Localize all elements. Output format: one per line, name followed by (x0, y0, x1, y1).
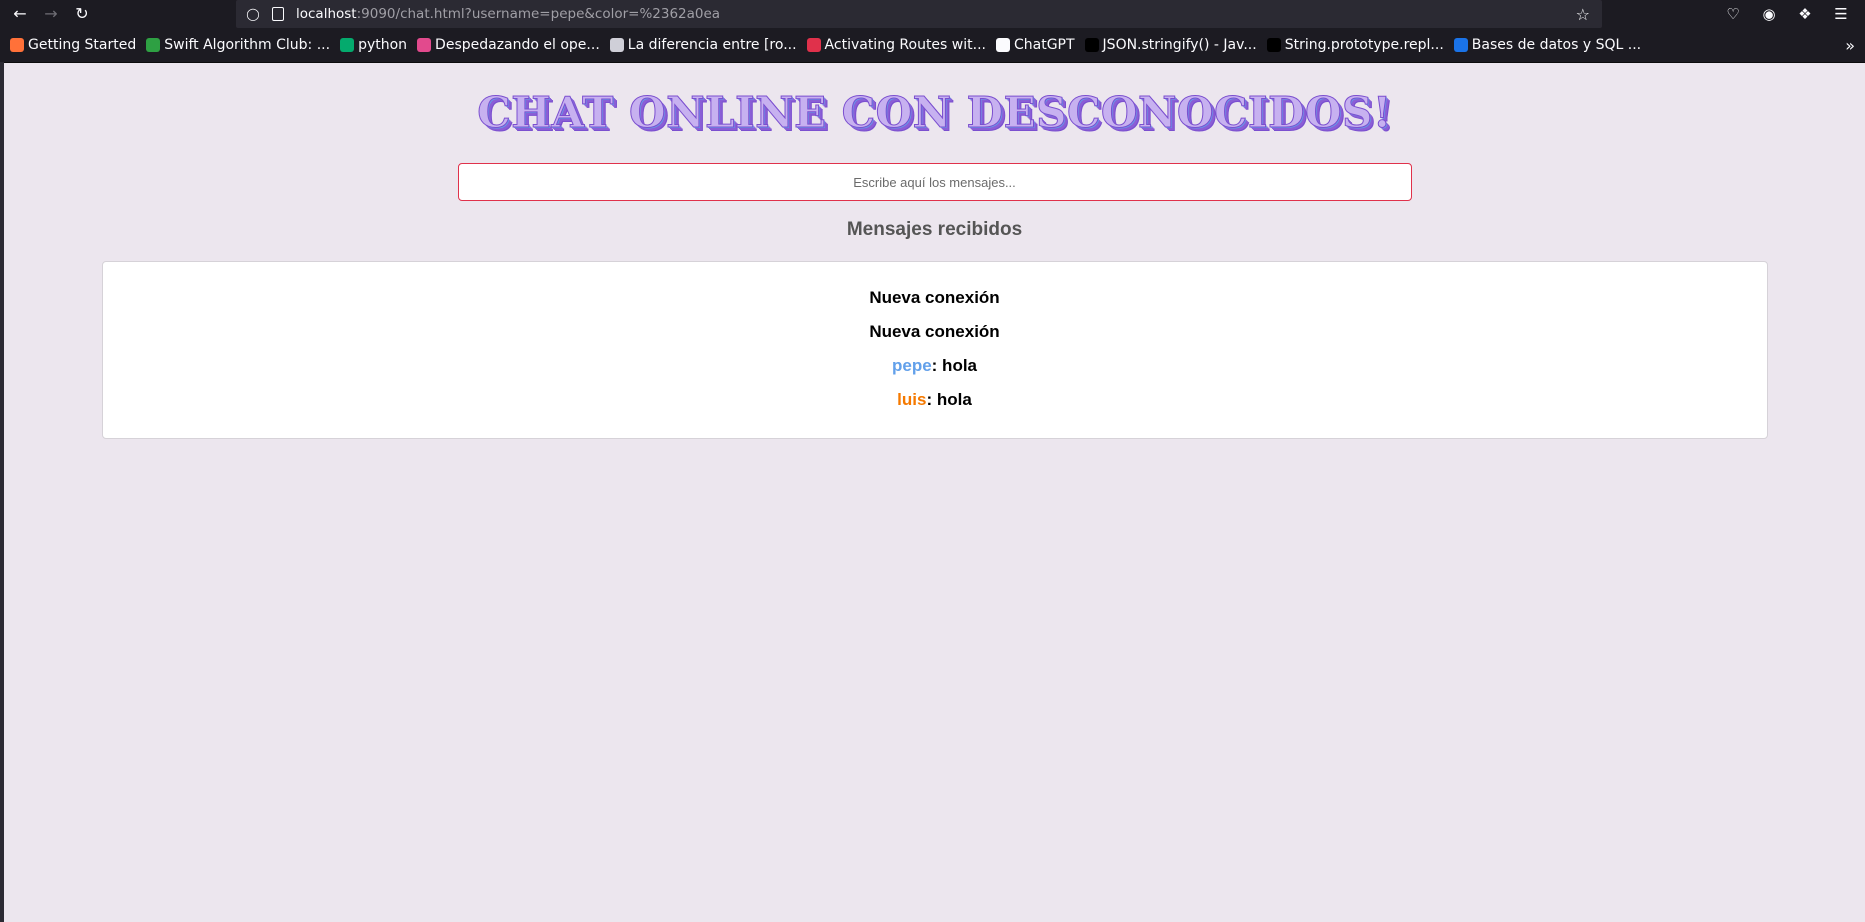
url-text[interactable]: localhost:9090/chat.html?username=pepe&c… (296, 6, 720, 22)
message-text: : hola (931, 356, 978, 375)
w3-icon (340, 38, 355, 52)
message-text: Nueva conexión (869, 288, 1000, 307)
bookmark-item[interactable]: Getting Started (10, 37, 136, 53)
bookmark-label: Activating Routes wit... (824, 37, 986, 53)
star-icon[interactable]: ☆ (1576, 5, 1590, 24)
bookmark-label: JSON.stringify() - Jav... (1102, 37, 1257, 53)
chevron-more-icon[interactable]: » (1845, 36, 1855, 55)
bookmark-site-icon (417, 38, 432, 52)
bookmarks-bar: Getting Started Swift Algorithm Club: ...… (0, 28, 1865, 63)
pocket-icon[interactable]: ♡ (1721, 5, 1745, 23)
reload-icon[interactable]: ↻ (71, 3, 93, 25)
browser-toolbar: ← → ↻ ◯ localhost:9090/chat.html?usernam… (0, 0, 1865, 28)
bookmark-item[interactable]: JSON.stringify() - Jav... (1084, 37, 1257, 53)
message-username: pepe (891, 356, 932, 375)
bookmark-label: La diferencia entre [ro... (627, 37, 797, 53)
message-text: Nueva conexión (869, 322, 1000, 341)
chat-page: CHAT ONLINE CON DESCONOCIDOS! Mensajes r… (0, 62, 1865, 922)
bookmark-item[interactable]: String.prototype.repl... (1266, 37, 1444, 53)
page-icon (272, 7, 284, 21)
mdn-icon (1084, 38, 1099, 52)
bookmark-label: ChatGPT (1013, 37, 1075, 53)
message-item: Nueva conexión (103, 322, 1767, 342)
github-icon (146, 38, 161, 52)
message-username: luis (897, 390, 927, 409)
forward-arrow-icon[interactable]: → (40, 3, 62, 25)
messages-heading: Mensajes recibidos (846, 219, 1023, 240)
message-item: Nueva conexión (103, 288, 1767, 308)
message-item: pepe: hola (103, 356, 1767, 376)
page-title: CHAT ONLINE CON DESCONOCIDOS! (477, 88, 1392, 138)
globe-icon (609, 38, 624, 52)
firefox-icon (10, 38, 24, 52)
messages-list: Nueva conexión Nueva conexión pepe: hola lu… (101, 261, 1768, 439)
url-bar[interactable]: ◯ localhost:9090/chat.html?username=pepe… (236, 0, 1602, 28)
bookmark-item[interactable]: La diferencia entre [ro... (609, 37, 797, 53)
shield-icon[interactable]: ◯ (246, 7, 260, 21)
bookmark-item[interactable]: python (340, 37, 407, 53)
bookmark-item[interactable]: Despedazando el ope... (417, 37, 600, 53)
hamburger-menu-icon[interactable]: ☰ (1829, 5, 1853, 23)
bookmark-item[interactable]: Swift Algorithm Club: ... (146, 37, 330, 53)
chatgpt-icon (995, 38, 1010, 52)
back-arrow-icon[interactable]: ← (9, 3, 31, 25)
bookmark-item[interactable]: ChatGPT (995, 37, 1075, 53)
bookmark-item[interactable]: Bases de datos y SQL ... (1453, 37, 1642, 53)
mdn-icon (1266, 38, 1281, 52)
site-icon (806, 38, 821, 52)
bookmark-label: Getting Started (28, 37, 137, 53)
account-icon[interactable]: ◉ (1757, 5, 1781, 23)
message-text: : hola (926, 390, 972, 409)
bookmark-label: Despedazando el ope... (435, 37, 600, 53)
message-input[interactable] (457, 163, 1412, 201)
extensions-icon[interactable]: ❖ (1793, 5, 1817, 23)
bookmark-label: String.prototype.repl... (1284, 37, 1444, 53)
message-item: luis: hola (103, 390, 1767, 410)
c-icon (1453, 38, 1468, 52)
bookmark-label: python (358, 37, 408, 53)
bookmark-label: Bases de datos y SQL ... (1471, 37, 1642, 53)
bookmark-item[interactable]: Activating Routes wit... (806, 37, 986, 53)
bookmark-label: Swift Algorithm Club: ... (164, 37, 331, 53)
